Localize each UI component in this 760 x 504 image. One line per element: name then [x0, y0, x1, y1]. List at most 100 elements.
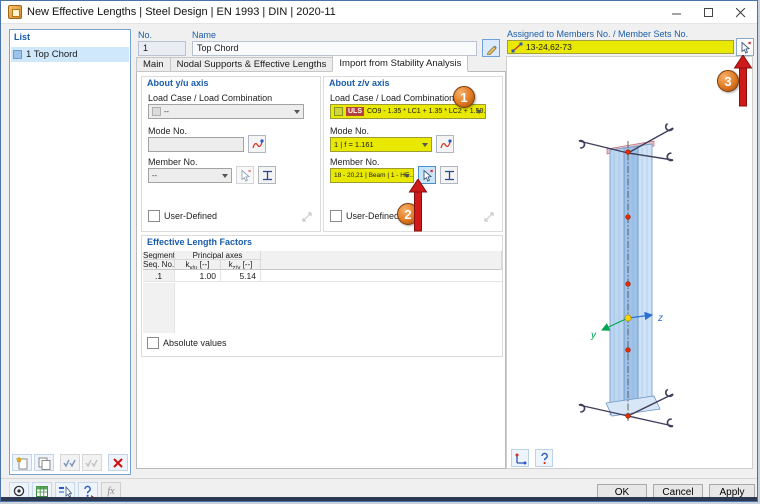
yu-mode-label: Mode No.: [148, 126, 187, 136]
copy-icon: [37, 456, 51, 470]
resize-factors-icon[interactable]: [300, 210, 314, 224]
cell-filler: [261, 270, 502, 282]
zv-load-case-value: CO9 - 1.35 * LC1 + 1.35 * LC2 + 1.50...: [367, 108, 486, 115]
chevron-down-icon: [222, 174, 228, 178]
axis-z-label: z: [657, 313, 663, 324]
zv-user-defined-checkbox[interactable]: [330, 210, 342, 222]
window-bottom-edge: [1, 497, 757, 501]
chevron-down-icon: [422, 143, 428, 147]
uls-badge: ULS: [346, 107, 364, 116]
select-cursor-icon: [239, 169, 252, 182]
mode-shape-icon: [251, 138, 264, 151]
col-segment-line2: Seq. No.: [143, 260, 175, 270]
zv-load-case-label: Load Case / Load Combination: [330, 93, 454, 103]
zv-member-view-button[interactable]: [440, 166, 458, 184]
maximize-icon: [704, 8, 714, 18]
app-icon: [8, 5, 22, 19]
zv-member-value: 18 - 20,21 | Beam | 1 - HE...: [334, 172, 414, 179]
minimize-button[interactable]: [661, 1, 693, 24]
member-symbol-icon: [511, 42, 523, 53]
yu-load-case-combo[interactable]: --: [148, 104, 304, 119]
yu-load-case-label: Load Case / Load Combination: [148, 93, 272, 103]
list-panel: List 1 Top Chord: [9, 29, 131, 475]
about-yu-title: About y/u axis: [147, 78, 209, 88]
zv-mode-view-button[interactable]: [436, 135, 454, 153]
fx-icon: fx: [107, 486, 114, 497]
absolute-values-checkbox[interactable]: [147, 337, 159, 349]
footer-separator: [1, 478, 757, 479]
zv-mode-combo[interactable]: 1 | f = 1.161: [330, 137, 432, 152]
viewer-settings-button[interactable]: [511, 449, 529, 467]
yu-load-case-value: --: [164, 107, 169, 116]
list-item-top-chord[interactable]: 1 Top Chord: [11, 47, 129, 62]
question-mark-icon: [538, 452, 551, 465]
step-1-marker: 1: [453, 86, 475, 108]
yu-member-combo[interactable]: --: [148, 168, 232, 183]
rename-button[interactable]: [482, 39, 500, 57]
about-yu-group: About y/u axis Load Case / Load Combinat…: [141, 76, 321, 232]
zv-member-combo[interactable]: 18 - 20,21 | Beam | 1 - HE...: [330, 168, 414, 183]
mode-shape-icon: [439, 138, 452, 151]
pencil-icon: [485, 42, 498, 55]
zv-mode-value: 1 | f = 1.161: [334, 140, 374, 149]
yu-member-label: Member No.: [148, 157, 198, 167]
yu-member-value: --: [152, 171, 157, 180]
close-button[interactable]: [725, 1, 757, 24]
list-item-swatch: [13, 50, 22, 59]
chevron-down-icon: [404, 174, 410, 178]
copy-item-button[interactable]: [34, 454, 54, 471]
col-filler: [261, 251, 502, 260]
title-bar: New Effective Lengths | Steel Design | E…: [1, 1, 757, 24]
cell-ky[interactable]: 1.00: [175, 270, 221, 282]
yu-member-view-button[interactable]: [258, 166, 276, 184]
select-all-button[interactable]: [60, 454, 80, 471]
name-field[interactable]: Top Chord: [192, 41, 477, 56]
double-check-gray-icon: [85, 458, 99, 468]
effective-lengths-dialog: New Effective Lengths | Steel Design | E…: [0, 0, 758, 502]
cell-kz[interactable]: 5.14: [221, 270, 261, 282]
table-icon: [35, 485, 49, 498]
table-row: .1 1.00 5.14: [143, 270, 502, 282]
delete-item-button[interactable]: [108, 454, 128, 471]
red-arrow-up-member: [406, 179, 430, 232]
minimize-icon: [672, 8, 682, 18]
ky-unit: [--]: [200, 260, 210, 269]
select-cursor-icon: [739, 41, 752, 54]
name-label: Name: [192, 30, 216, 40]
target-icon: [12, 484, 26, 498]
tab-main[interactable]: Main: [136, 57, 171, 72]
col-kz-header: kz/v [--]: [221, 260, 261, 270]
col-segment-line1: Segment: [143, 251, 175, 260]
tab-strip: Main Nodal Supports & Effective Lengths …: [136, 55, 467, 72]
ibeam-column: [606, 144, 660, 416]
seq-column-strip: [143, 283, 175, 333]
chevron-down-icon: [294, 110, 300, 114]
col-principal-axes: Principal axes: [175, 251, 261, 260]
kz-unit: [--]: [243, 260, 253, 269]
resize-factors-icon[interactable]: [482, 210, 496, 224]
yu-user-defined-label: User-Defined: [164, 211, 217, 221]
no-field[interactable]: 1: [138, 41, 186, 56]
yu-mode-view-button[interactable]: [248, 135, 266, 153]
effective-length-factors-group: Effective Length Factors Segment Princip…: [141, 235, 503, 357]
assigned-select-button[interactable]: [736, 38, 754, 56]
tab-nodal-supports[interactable]: Nodal Supports & Effective Lengths: [170, 57, 334, 72]
assigned-members-field[interactable]: 13-24,62-73: [507, 40, 734, 54]
deselect-all-button[interactable]: [82, 454, 102, 471]
zv-user-defined-label: User-Defined: [346, 211, 399, 221]
tab-import-stability[interactable]: Import from Stability Analysis: [332, 55, 468, 72]
window-title: New Effective Lengths | Steel Design | E…: [27, 6, 336, 18]
assigned-members-value: 13-24,62-73: [526, 42, 572, 52]
new-sheet-icon: [15, 456, 29, 470]
maximize-button[interactable]: [693, 1, 725, 24]
red-arrow-up-assigned: [731, 55, 755, 107]
yu-mode-field[interactable]: [148, 137, 244, 152]
col-filler: [261, 260, 502, 270]
new-item-button[interactable]: [12, 454, 32, 471]
zv-load-case-swatch: [334, 107, 343, 116]
yu-user-defined-checkbox[interactable]: [148, 210, 160, 222]
viewer-help-button[interactable]: [535, 449, 553, 467]
yu-member-select-button[interactable]: [236, 166, 254, 184]
member-viewer-panel[interactable]: y z: [506, 56, 753, 469]
cell-seq: .1: [143, 270, 175, 282]
